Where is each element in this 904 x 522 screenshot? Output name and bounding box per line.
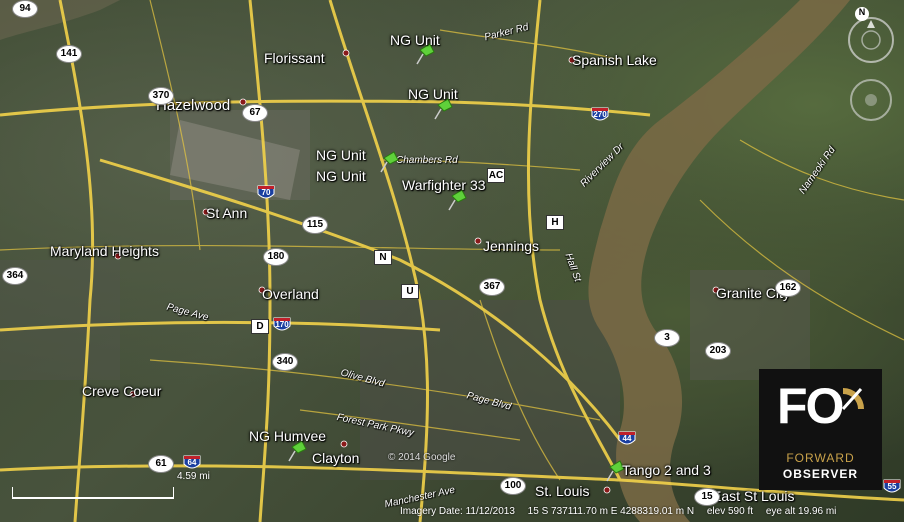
marker-ng-humvee[interactable]: NG Humvee	[249, 428, 326, 444]
forward-observer-logo: FO FORWARD OBSERVER	[759, 369, 882, 490]
navigation-controls[interactable]: N	[842, 4, 900, 124]
elevation: elev 590 ft	[706, 506, 754, 517]
compass-icon	[848, 17, 894, 63]
pushpin-icon	[434, 98, 453, 120]
marker-ng-unit-4[interactable]: NG Unit	[316, 168, 366, 184]
logo-line-observer: OBSERVER	[782, 467, 859, 481]
look-joystick-icon	[850, 79, 892, 121]
satellite-map[interactable]: Florissant Spanish Lake Hazelwood St Ann…	[0, 0, 904, 522]
marker-ng-unit-3[interactable]: NG Unit	[316, 147, 366, 163]
scale-label: 4.59 mi	[177, 471, 210, 482]
coordinates: 15 S 737111.70 m E 4288319.01 m N	[527, 506, 695, 517]
status-bar: Imagery Date: 11/12/2013 15 S 737111.70 …	[400, 506, 846, 517]
marker-warfighter-33[interactable]: Warfighter 33	[402, 177, 486, 193]
scale-bar	[12, 487, 174, 499]
google-copyright: © 2014 Google	[388, 452, 456, 463]
marker-ng-unit-1[interactable]: NG Unit	[390, 32, 440, 48]
logo-line-forward: FORWARD	[786, 451, 855, 465]
target-icon	[841, 387, 864, 411]
north-indicator[interactable]: N	[857, 7, 867, 17]
imagery-date: Imagery Date: 11/12/2013	[400, 506, 515, 517]
eye-altitude: eye alt 19.96 mi	[765, 506, 837, 517]
marker-tango-2-and-3[interactable]: Tango 2 and 3	[622, 462, 711, 478]
marker-ng-unit-2[interactable]: NG Unit	[408, 86, 458, 102]
pushpin-icon	[380, 151, 399, 173]
pushpin-icon	[288, 440, 307, 462]
pushpin-icon	[448, 189, 467, 211]
